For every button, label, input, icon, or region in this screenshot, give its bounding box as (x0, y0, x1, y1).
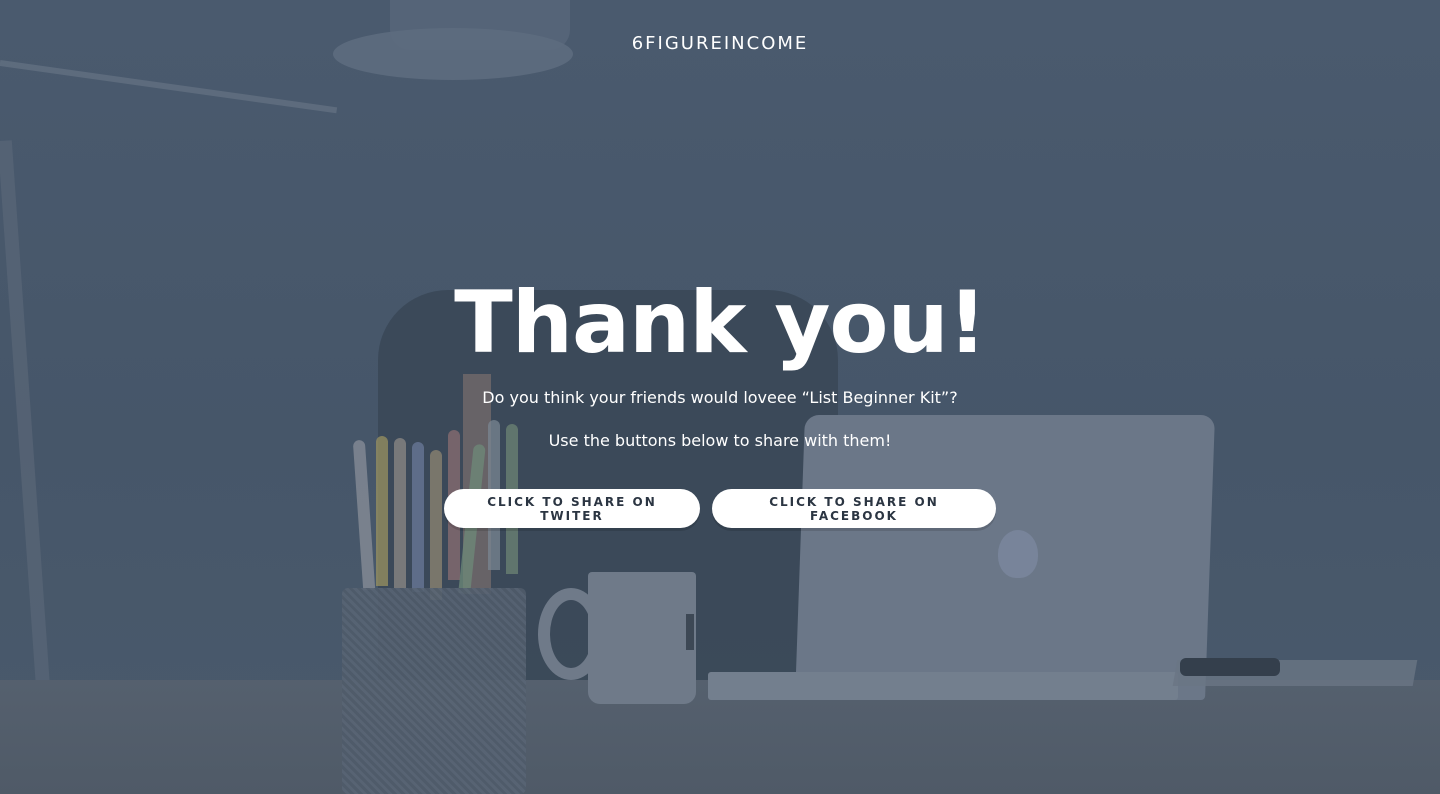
coffee-mug (588, 572, 696, 704)
share-facebook-button[interactable]: CLICK TO SHARE ON FACEBOOK (712, 489, 996, 528)
share-question: Do you think your friends would loveee “… (482, 388, 958, 407)
mug-print (686, 614, 694, 650)
page-title: Thank you! (454, 273, 987, 373)
laptop-logo-icon (998, 530, 1038, 578)
share-instruction: Use the buttons below to share with them… (548, 431, 892, 450)
hero-section: Thank you! Do you think your friends wou… (0, 268, 1440, 453)
laptop-base (708, 672, 1178, 700)
pencil-cup (342, 588, 526, 794)
smartphone (1180, 658, 1280, 676)
thank-you-page: 6FIGUREINCOME Thank you! Do you think yo… (0, 0, 1440, 794)
brand-logo[interactable]: 6FIGUREINCOME (0, 33, 1440, 54)
share-twitter-button[interactable]: CLICK TO SHARE ON TWITER (444, 489, 700, 528)
share-buttons: CLICK TO SHARE ON TWITER CLICK TO SHARE … (0, 489, 1440, 528)
